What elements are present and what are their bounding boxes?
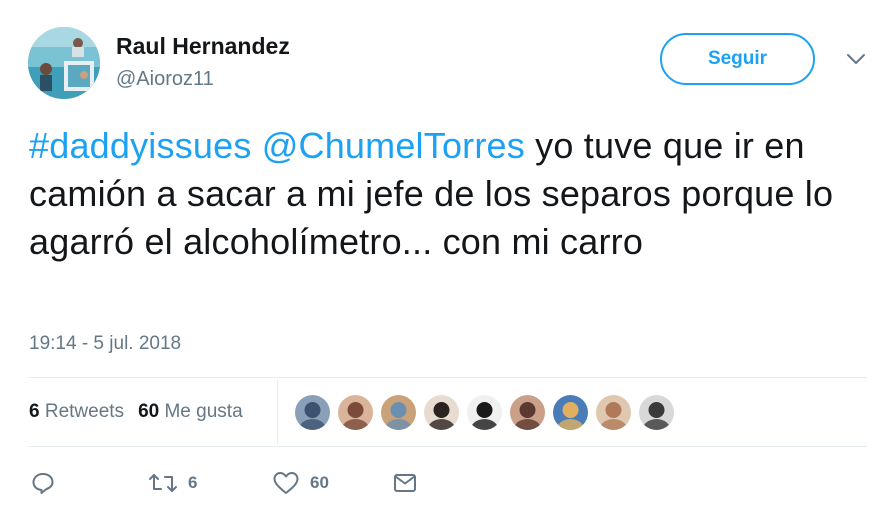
liker-avatar-icon bbox=[424, 395, 459, 430]
reply-icon bbox=[32, 473, 54, 494]
retweet-button[interactable]: 6 bbox=[148, 470, 197, 496]
retweets-stat[interactable]: 6 Retweets bbox=[29, 401, 124, 423]
retweet-icon bbox=[149, 474, 177, 492]
divider-top bbox=[28, 377, 867, 378]
reply-button[interactable] bbox=[30, 470, 56, 496]
liker-avatar-icon bbox=[510, 395, 545, 430]
like-button[interactable]: 60 bbox=[272, 470, 329, 496]
liker-avatar-5[interactable] bbox=[467, 395, 502, 430]
liker-avatar-2[interactable] bbox=[338, 395, 373, 430]
liker-avatar-3[interactable] bbox=[381, 395, 416, 430]
liker-avatar-7[interactable] bbox=[553, 395, 588, 430]
liker-avatar-icon bbox=[553, 395, 588, 430]
divider-bottom bbox=[28, 446, 867, 447]
liker-avatar-icon bbox=[639, 395, 674, 430]
user-handle[interactable]: @Aioroz11 bbox=[116, 68, 214, 91]
tweet-card: Raul Hernandez @Aioroz11 Seguir #daddyis… bbox=[0, 0, 892, 507]
liker-avatar-9[interactable] bbox=[639, 395, 674, 430]
liker-avatar-icon bbox=[295, 395, 330, 430]
heart-icon bbox=[273, 472, 299, 494]
liker-avatar-icon bbox=[338, 395, 373, 430]
retweet-count: 6 bbox=[188, 473, 198, 492]
mention-link[interactable]: @ChumelTorres bbox=[262, 125, 525, 166]
retweets-count: 6 bbox=[29, 401, 40, 422]
liker-avatar-icon bbox=[596, 395, 631, 430]
likes-count: 60 bbox=[138, 401, 160, 422]
tweet-actions: 6 60 bbox=[30, 470, 450, 500]
tweet-timestamp[interactable]: 19:14 - 5 jul. 2018 bbox=[29, 333, 181, 355]
retweets-label: Retweets bbox=[44, 401, 125, 422]
hashtag-link[interactable]: #daddyissues bbox=[29, 125, 252, 166]
chevron-down-icon[interactable] bbox=[845, 52, 867, 66]
user-avatar[interactable] bbox=[28, 27, 100, 99]
likes-stat[interactable]: 60 Me gusta bbox=[138, 401, 243, 423]
tweet-text: #daddyissues @ChumelTorres yo tuve que i… bbox=[29, 122, 869, 266]
message-button[interactable] bbox=[392, 470, 418, 496]
liker-avatar-8[interactable] bbox=[596, 395, 631, 430]
envelope-icon bbox=[394, 474, 416, 492]
pool-photo-avatar-icon bbox=[28, 27, 100, 99]
follow-button[interactable]: Seguir bbox=[660, 33, 815, 85]
liker-avatars bbox=[295, 395, 674, 430]
likes-label: Me gusta bbox=[164, 401, 243, 422]
tweet-stats: 6 Retweets 60 Me gusta bbox=[29, 401, 243, 423]
stats-divider bbox=[277, 380, 278, 444]
like-count: 60 bbox=[310, 473, 329, 492]
liker-avatar-4[interactable] bbox=[424, 395, 459, 430]
liker-avatar-icon bbox=[467, 395, 502, 430]
liker-avatar-1[interactable] bbox=[295, 395, 330, 430]
user-display-name[interactable]: Raul Hernandez bbox=[116, 33, 290, 60]
liker-avatar-icon bbox=[381, 395, 416, 430]
liker-avatar-6[interactable] bbox=[510, 395, 545, 430]
